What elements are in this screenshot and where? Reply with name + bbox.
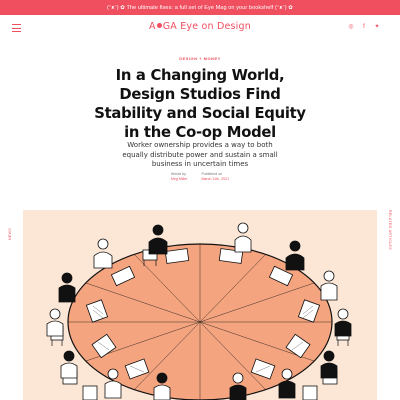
facebook-icon[interactable]: f	[361, 24, 367, 30]
author-link[interactable]: Meg Miller	[171, 177, 188, 182]
article-category[interactable]: DESIGN + MONEY	[0, 56, 400, 61]
article-meta: Words by Meg Miller Published on March 1…	[0, 172, 400, 182]
site-header: A GA Eye on Design ◎ f ✦	[0, 15, 400, 41]
byline: Words by Meg Miller	[171, 172, 188, 182]
twitter-icon[interactable]: ✦	[374, 24, 380, 30]
logo-dot-icon	[156, 23, 162, 28]
side-link-related[interactable]: RELATED ARTICLES	[388, 210, 392, 250]
promo-text[interactable]: (ᵔᴥᵔ) ✿ The ultimate fixes: a full set o…	[107, 5, 293, 11]
logo-letters-ga: GA	[162, 21, 177, 32]
logo-wordmark: Eye on Design	[180, 21, 251, 32]
social-links: ◎ f ✦	[348, 24, 380, 30]
side-link-news[interactable]: NEWS	[8, 228, 12, 240]
instagram-icon[interactable]: ◎	[348, 24, 354, 30]
logo-letter-a: A	[149, 21, 156, 32]
hero-illustration	[23, 210, 377, 400]
article-dek: Worker ownership provides a way to both …	[122, 141, 278, 168]
coop-table-illustration	[46, 222, 352, 400]
promo-banner[interactable]: (ᵔᴥᵔ) ✿ The ultimate fixes: a full set o…	[0, 0, 400, 15]
publish-date: March 11th, 2021	[201, 177, 230, 181]
publish-info: Published on March 11th, 2021	[201, 172, 229, 182]
article-title: In a Changing World, Design Studios Find…	[94, 67, 306, 141]
site-logo[interactable]: A GA Eye on Design	[0, 21, 400, 32]
